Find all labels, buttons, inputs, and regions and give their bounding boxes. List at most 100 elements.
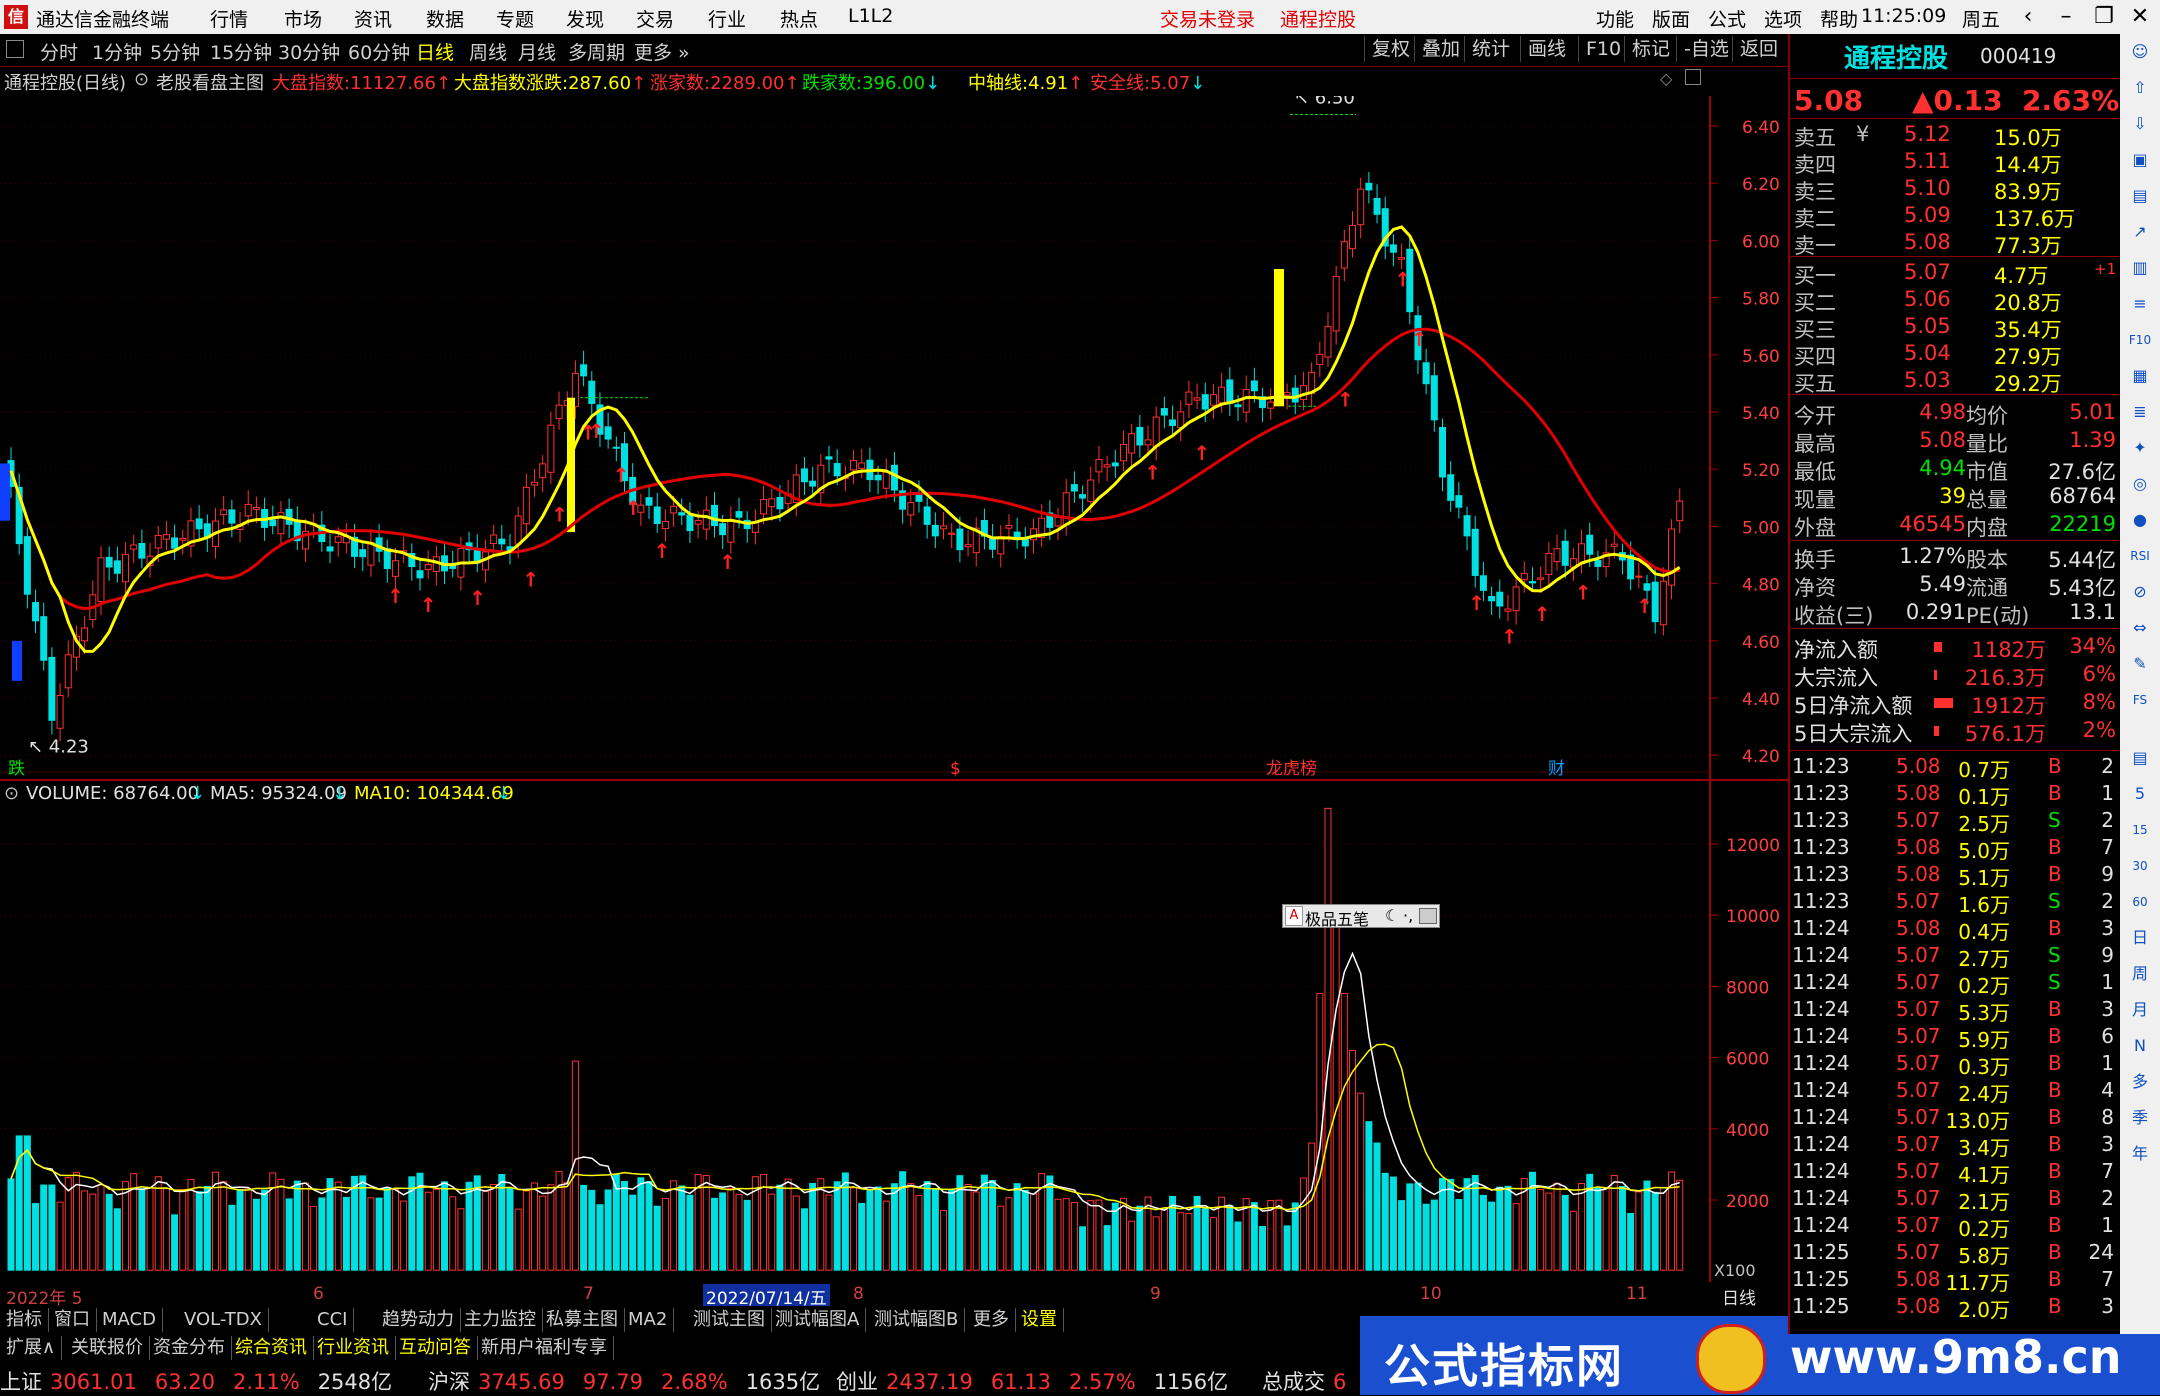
tick-row[interactable]: 11:24 5.07 13.0万 B 8 [1790, 1105, 2120, 1133]
indicator-tab[interactable]: 指标 [0, 1308, 49, 1332]
side-tool-icon[interactable]: 60 [2126, 888, 2154, 916]
info-tab[interactable]: 行业资讯 [311, 1336, 396, 1360]
side-tool-icon[interactable]: ▤ [2126, 744, 2154, 772]
buy-level-row[interactable]: 买四 5.04 27.9万 [1794, 341, 2116, 369]
period-tab[interactable]: 60分钟 [348, 38, 410, 65]
tick-row[interactable]: 11:24 5.07 0.2万 B 1 [1790, 1213, 2120, 1241]
side-tool-icon[interactable]: 周 [2126, 960, 2154, 988]
index-quote[interactable]: 创业 2437.19 61.13 2.57% 1156亿 [836, 1366, 1228, 1396]
tick-row[interactable]: 11:25 5.08 2.0万 B 3 [1790, 1294, 2120, 1322]
indicator-tab[interactable]: 窗口 [48, 1308, 97, 1332]
tick-row[interactable]: 11:24 5.07 4.1万 B 7 [1790, 1159, 2120, 1187]
period-tab[interactable]: 15分钟 [210, 38, 272, 65]
side-tool-icon[interactable]: ● [2126, 506, 2154, 534]
buy-level-row[interactable]: 买五 5.03 29.2万 [1794, 368, 2116, 396]
back-window-icon[interactable]: ‹ [2008, 0, 2048, 34]
tick-row[interactable]: 11:24 5.07 2.4万 B 4 [1790, 1078, 2120, 1106]
sell-level-row[interactable]: 卖二 5.09 137.6万 [1794, 203, 2116, 231]
window-toggle-icon[interactable] [1685, 69, 1701, 85]
menu-item-right[interactable]: 帮助 [1820, 5, 1858, 32]
menu-item[interactable]: 市场 [284, 5, 322, 32]
menu-item[interactable]: 资讯 [354, 5, 392, 32]
index-quote[interactable]: 上证 3061.01 63.20 2.11% 2548亿 [0, 1366, 392, 1396]
side-tool-icon[interactable]: FS [2126, 686, 2154, 714]
tick-row[interactable]: 11:24 5.07 0.3万 B 1 [1790, 1051, 2120, 1079]
tick-row[interactable]: 11:24 5.07 0.2万 S 1 [1790, 970, 2120, 998]
side-tool-icon[interactable]: 季 [2126, 1104, 2154, 1132]
period-tab[interactable]: 更多 » [634, 38, 690, 65]
side-tool-icon[interactable]: RSI [2126, 542, 2154, 570]
info-tab[interactable]: 互动问答 [393, 1336, 478, 1360]
info-tab[interactable]: 资金分布 [147, 1336, 232, 1360]
menu-item-right[interactable]: 功能 [1596, 5, 1634, 32]
side-tool-icon[interactable]: ✎ [2126, 650, 2154, 678]
info-tab[interactable]: 关联报价 [65, 1336, 150, 1360]
indicator-tab[interactable]: MA2 [622, 1308, 675, 1332]
tick-row[interactable]: 11:23 5.08 0.7万 B 2 [1790, 754, 2120, 782]
login-status[interactable]: 交易未登录 [1160, 5, 1255, 32]
tick-row[interactable]: 11:24 5.07 3.4万 B 3 [1790, 1132, 2120, 1160]
side-tool-icon[interactable]: ↗ [2126, 218, 2154, 246]
close-icon[interactable]: ✕ [2120, 0, 2160, 34]
side-tool-icon[interactable]: 30 [2126, 852, 2154, 880]
period-tab[interactable]: 日线 [416, 38, 454, 65]
ime-a-icon[interactable]: A [1285, 906, 1303, 926]
side-tool-icon[interactable]: 5 [2126, 780, 2154, 808]
side-tool-icon[interactable]: ▤ [2126, 182, 2154, 210]
toolbar-button[interactable]: 叠加 [1414, 36, 1467, 62]
toolbar-button[interactable]: 标记 [1624, 36, 1677, 62]
menu-item[interactable]: 行情 [210, 5, 248, 32]
collapse-icon[interactable]: ⊙ [134, 69, 149, 90]
menu-item[interactable]: 发现 [566, 5, 604, 32]
indicator-tab[interactable]: 测试幅图B [868, 1308, 966, 1332]
side-tool-icon[interactable]: ⊘ [2126, 578, 2154, 606]
info-tab[interactable]: 扩展∧ [0, 1336, 63, 1360]
toolbar-button[interactable]: 画线 [1520, 36, 1573, 62]
indicator-tab[interactable]: 测试幅图A [769, 1308, 867, 1332]
period-tab[interactable]: 30分钟 [278, 38, 340, 65]
indicator-tab[interactable]: 趋势动力 [376, 1308, 461, 1332]
tick-row[interactable]: 11:23 5.08 5.1万 B 9 [1790, 862, 2120, 890]
side-tool-icon[interactable]: 月 [2126, 996, 2154, 1024]
indicator-tab[interactable]: 主力监控 [458, 1308, 543, 1332]
indicator-tab[interactable]: MACD [96, 1308, 163, 1332]
side-tool-icon[interactable]: ⇩ [2126, 110, 2154, 138]
side-tool-icon[interactable]: N [2126, 1032, 2154, 1060]
ime-toolbar[interactable]: A 极品五笔 ☾ ·, [1282, 904, 1440, 929]
toolbar-button[interactable]: -自选 [1676, 36, 1736, 62]
sell-level-row[interactable]: 卖五 ¥5.12 15.0万 [1794, 122, 2116, 150]
side-tool-icon[interactable]: ≡ [2126, 290, 2154, 318]
side-tool-icon[interactable]: F10 [2126, 326, 2154, 354]
menu-item[interactable]: 热点 [780, 5, 818, 32]
toolbar-button[interactable]: 统计 [1464, 36, 1517, 62]
ime-dot-icon[interactable]: ·, [1403, 906, 1413, 925]
period-tab[interactable]: 1分钟 [92, 38, 142, 65]
kline-chart-area[interactable]: 6.40 6.20 6.00 5.80 5.60 5.40 5.20 5.00 4.80 4.60… [0, 96, 1788, 1282]
side-tool-icon[interactable]: 多 [2126, 1068, 2154, 1096]
indicator-tab[interactable]: VOL-TDX [178, 1308, 269, 1332]
template-label[interactable]: 老股看盘主图 [156, 69, 264, 95]
ime-keyboard-icon[interactable] [1419, 908, 1437, 924]
side-tool-icon[interactable]: 年 [2126, 1140, 2154, 1168]
side-tool-icon[interactable]: ✦ [2126, 434, 2154, 462]
indicator-tab[interactable]: 私募主图 [540, 1308, 625, 1332]
info-tab[interactable]: 综合资讯 [229, 1336, 314, 1360]
toolbar-button[interactable]: F10 [1578, 36, 1628, 62]
restore-icon[interactable]: ❐ [2084, 0, 2124, 34]
period-tab[interactable]: 分时 [40, 38, 78, 65]
sell-level-row[interactable]: 卖四 5.11 14.4万 [1794, 149, 2116, 177]
indicator-tab[interactable]: CCI [311, 1308, 355, 1332]
tick-row[interactable]: 11:24 5.08 0.4万 B 3 [1790, 916, 2120, 944]
side-tool-icon[interactable]: ⇔ [2126, 614, 2154, 642]
menu-item[interactable]: 专题 [496, 5, 534, 32]
menu-item-right[interactable]: 选项 [1764, 5, 1802, 32]
toolbar-button[interactable]: 复权 [1364, 36, 1417, 62]
menu-item[interactable]: 行业 [708, 5, 746, 32]
tick-row[interactable]: 11:24 5.07 2.1万 B 2 [1790, 1186, 2120, 1214]
menu-item[interactable]: 数据 [426, 5, 464, 32]
tick-row[interactable]: 11:24 5.07 5.9万 B 6 [1790, 1024, 2120, 1052]
side-tool-icon[interactable]: ⇧ [2126, 74, 2154, 102]
period-tab[interactable]: 多周期 [568, 38, 625, 65]
tick-row[interactable]: 11:23 5.08 0.1万 B 1 [1790, 781, 2120, 809]
volume-collapse-icon[interactable]: ⊙ [4, 783, 19, 804]
